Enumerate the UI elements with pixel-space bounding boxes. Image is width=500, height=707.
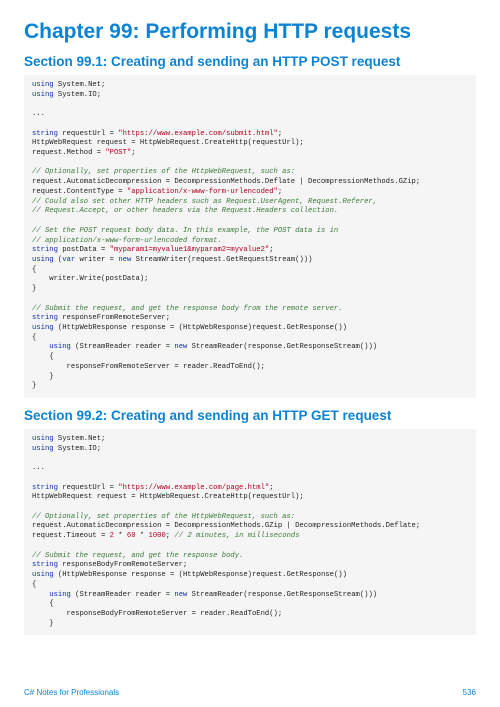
- footer-left: C# Notes for Professionals: [24, 688, 119, 697]
- section-2-title: Section 99.2: Creating and sending an HT…: [24, 408, 476, 423]
- code-block-1: using System.Net; using System.IO; ... s…: [24, 75, 476, 398]
- footer-page-number: 536: [463, 688, 476, 697]
- code-block-2: using System.Net; using System.IO; ... s…: [24, 429, 476, 635]
- page-footer: C# Notes for Professionals 536: [24, 688, 476, 697]
- chapter-title: Chapter 99: Performing HTTP requests: [24, 20, 476, 44]
- section-1-title: Section 99.1: Creating and sending an HT…: [24, 54, 476, 69]
